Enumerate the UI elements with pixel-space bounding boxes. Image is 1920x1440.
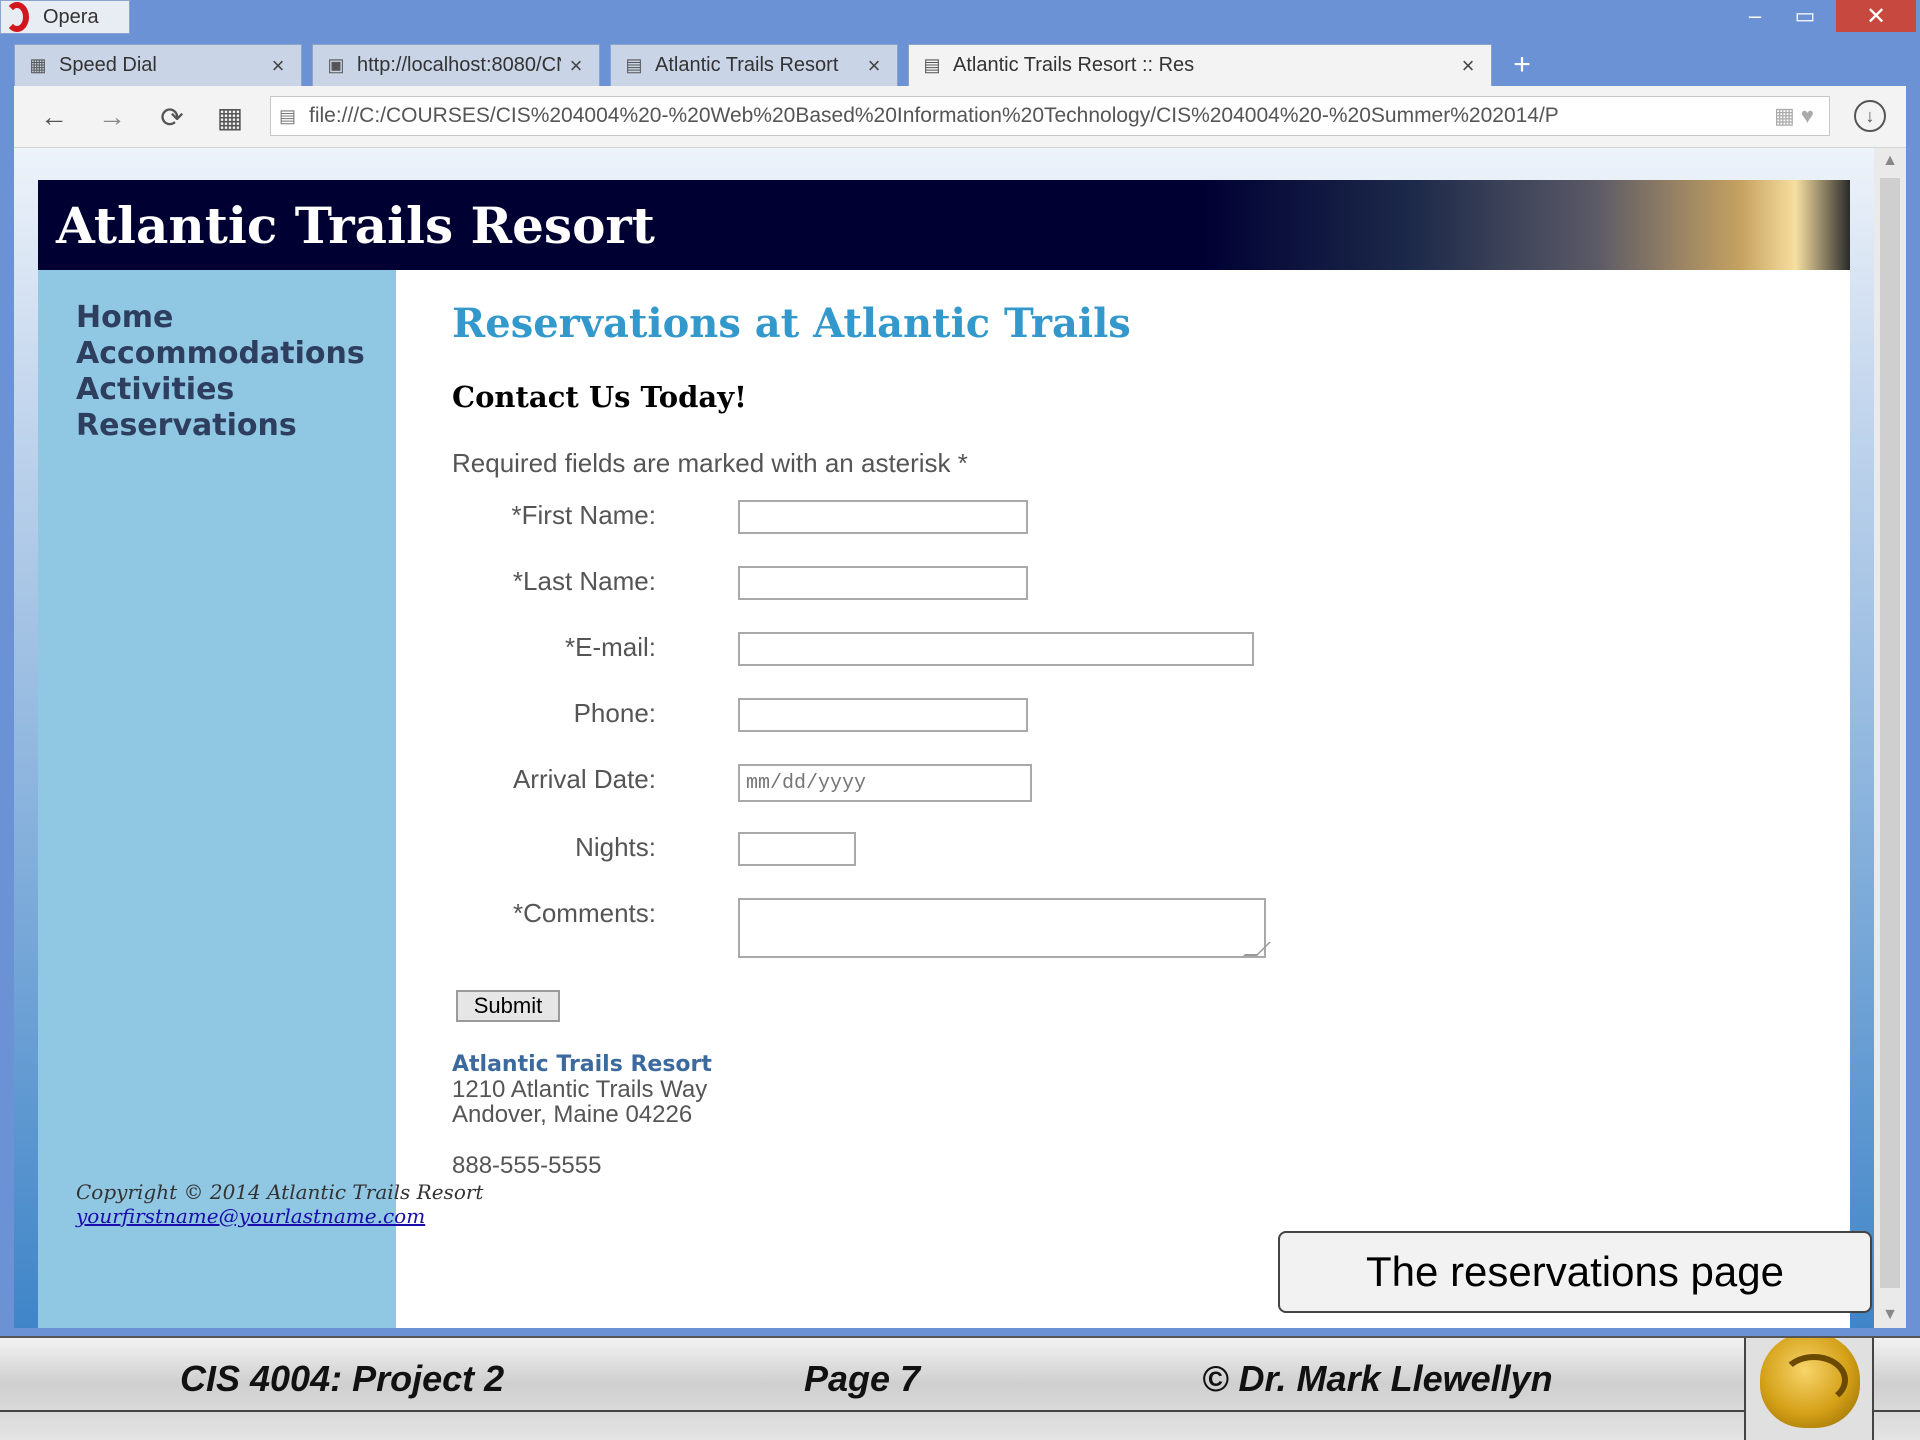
scroll-down-icon[interactable]: ▼ (1874, 1302, 1906, 1328)
address-street: 1210 Atlantic Trails Way (452, 1076, 708, 1103)
image-icon: ▣ (327, 55, 345, 75)
bookmark-heart-icon[interactable]: ▦ ♥ (1759, 103, 1829, 129)
tab-close-icon[interactable]: × (859, 53, 889, 79)
footer-copyright: © Dr. Mark Llewellyn (1202, 1358, 1553, 1399)
tab-speed-dial[interactable]: ▦ Speed Dial × (14, 44, 302, 86)
slide-footer: CIS 4004: Project 2 Page 7 © Dr. Mark Ll… (0, 1336, 1920, 1440)
navigation-bar: ← → ⟳ ▦ ▤ file:///C:/COURSES/CIS%204004%… (14, 86, 1906, 148)
tab-title: Atlantic Trails Resort :: Res (953, 54, 1195, 76)
arrival-date-field[interactable] (738, 764, 1032, 802)
site-header: Atlantic Trails Resort (38, 180, 1850, 270)
page-icon: ▤ (923, 55, 941, 75)
opera-menu-button[interactable]: Opera (0, 0, 130, 34)
app-name: Opera (43, 5, 99, 28)
nights-label: Nights: (575, 832, 656, 862)
site-container: Atlantic Trails Resort Home Accommodatio… (38, 180, 1850, 1328)
address-name: Atlantic Trails Resort (452, 1052, 712, 1077)
title-bar: Opera – ▭ ✕ (0, 0, 1920, 38)
sub-heading: Contact Us Today! (452, 380, 747, 414)
tab-reservations[interactable]: ▤ Atlantic Trails Resort :: Res × (908, 44, 1492, 86)
tab-close-icon[interactable]: × (1453, 53, 1483, 79)
page-viewport: Atlantic Trails Resort Home Accommodatio… (14, 148, 1874, 1328)
page-icon: ▤ (279, 105, 297, 126)
contact-phone: 888-555-5555 (452, 1152, 602, 1179)
site-nav-list: Home Accommodations Activities Reservati… (38, 300, 365, 444)
tab-close-icon[interactable]: × (561, 53, 591, 79)
first-name-label: *First Name: (511, 500, 656, 530)
reload-button[interactable]: ⟳ (152, 98, 192, 136)
tab-bar: ▦ Speed Dial × ▣ http://localhost:8080/C… (14, 44, 1574, 86)
minimize-button[interactable]: – (1730, 0, 1780, 32)
email-label: *E-mail: (564, 632, 656, 662)
tab-title: Atlantic Trails Resort (655, 54, 839, 76)
tab-localhost[interactable]: ▣ http://localhost:8080/CNT × (312, 44, 600, 86)
footer-divider (0, 1410, 1920, 1412)
site-footer: Copyright © 2014 Atlantic Trails Resort … (76, 1180, 483, 1228)
nav-reservations-link[interactable]: Reservations (76, 408, 365, 444)
email-field[interactable] (738, 632, 1254, 666)
download-icon[interactable]: ↓ (1854, 100, 1886, 132)
copyright-text: Copyright © 2014 Atlantic Trails Resort (76, 1180, 484, 1204)
nav-home-link[interactable]: Home (76, 300, 365, 336)
comments-label: *Comments: (512, 898, 656, 928)
submit-button[interactable]: Submit (456, 990, 560, 1022)
tab-atlantic-trails[interactable]: ▤ Atlantic Trails Resort × (610, 44, 898, 86)
site-sidebar: Home Accommodations Activities Reservati… (38, 270, 396, 1328)
footer-course: CIS 4004: Project 2 (180, 1358, 505, 1399)
phone-label: Phone: (573, 698, 656, 728)
last-name-field[interactable] (738, 566, 1028, 600)
nav-activities-link[interactable]: Activities (76, 372, 365, 408)
scroll-up-icon[interactable]: ▲ (1874, 148, 1906, 174)
tab-title: http://localhost:8080/CNT (357, 54, 561, 76)
nav-accommodations-link[interactable]: Accommodations (76, 336, 365, 372)
page-heading: Reservations at Atlantic Trails (452, 300, 1131, 347)
footer-email-link[interactable]: yourfirstname@yourlastname.com (76, 1204, 425, 1228)
annotation-callout: The reservations page (1278, 1231, 1872, 1313)
address-city: Andover, Maine 04226 (452, 1101, 693, 1128)
address-bar[interactable]: ▤ file:///C:/COURSES/CIS%204004%20-%20We… (270, 96, 1830, 136)
tab-close-icon[interactable]: × (263, 53, 293, 79)
nights-field[interactable] (738, 832, 856, 866)
pegasus-logo-icon (1760, 1338, 1860, 1428)
main-content: Reservations at Atlantic Trails Contact … (396, 270, 1850, 1328)
site-title: Atlantic Trails Resort (56, 196, 655, 255)
vertical-scrollbar[interactable]: ▲ ▼ (1874, 148, 1906, 1328)
scroll-thumb[interactable] (1880, 178, 1900, 1288)
contact-address: Atlantic Trails Resort 1210 Atlantic Tra… (452, 1052, 712, 1127)
address-url[interactable]: file:///C:/COURSES/CIS%204004%20-%20Web%… (309, 104, 1759, 128)
required-note: Required fields are marked with an aster… (452, 448, 968, 478)
phone-field[interactable] (738, 698, 1028, 732)
forward-button[interactable]: → (92, 98, 132, 136)
tab-title: Speed Dial (59, 54, 157, 76)
close-window-button[interactable]: ✕ (1836, 0, 1916, 32)
last-name-label: *Last Name: (512, 566, 656, 596)
maximize-button[interactable]: ▭ (1780, 0, 1830, 32)
page-icon: ▤ (625, 55, 643, 75)
back-button[interactable]: ← (34, 98, 74, 136)
ucf-logo (1744, 1338, 1874, 1440)
footer-page-number: Page 7 (804, 1358, 921, 1399)
new-tab-button[interactable]: + (1502, 44, 1542, 86)
first-name-field[interactable] (738, 500, 1028, 534)
arrival-date-label: Arrival Date: (512, 764, 656, 794)
speed-dial-button[interactable]: ▦ (210, 98, 250, 136)
browser-window: Opera – ▭ ✕ ▦ Speed Dial × ▣ http://loca… (0, 0, 1920, 1336)
comments-field[interactable] (738, 898, 1266, 958)
opera-logo-icon (5, 2, 29, 32)
speed-dial-icon: ▦ (29, 55, 47, 75)
